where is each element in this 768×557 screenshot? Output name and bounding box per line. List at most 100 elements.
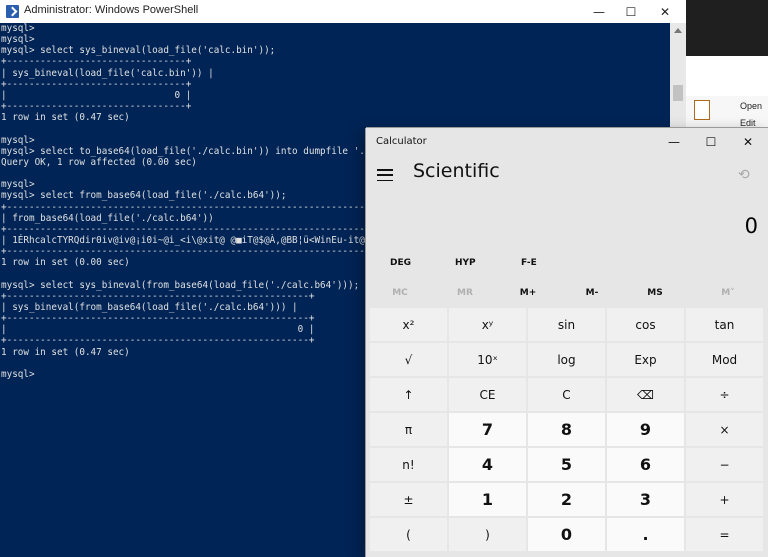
calculator-keypad: x² xʸ sin cos tan √ 10ˣ log Exp Mod ↑ CE C ⌫ ÷ π 7 8 9 × n! 4… — [370, 308, 766, 557]
calculator-title: Calculator — [376, 136, 427, 147]
memory-button-m[interactable]: M- — [562, 288, 622, 298]
ten-power-button[interactable]: 10ˣ — [449, 343, 526, 376]
document-check-icon — [694, 100, 710, 120]
memory-button-mc[interactable]: MC — [370, 288, 430, 298]
clear-button[interactable]: C — [528, 378, 605, 411]
exp-button[interactable]: Exp — [607, 343, 684, 376]
negate-button[interactable]: ± — [370, 483, 447, 516]
clear-entry-button[interactable]: CE — [449, 378, 526, 411]
cos-button[interactable]: cos — [607, 308, 684, 341]
square-root-button[interactable]: √ — [370, 343, 447, 376]
calculator-maximize-button[interactable]: ☐ — [693, 131, 729, 153]
console-line: +--------------------------------+ — [1, 78, 192, 90]
console-line: +--------------------------------+ — [1, 101, 192, 113]
key-label: . — [642, 525, 649, 544]
digit-4-button[interactable]: 4 — [449, 448, 526, 481]
digit-1-button[interactable]: 1 — [449, 483, 526, 516]
digit-5-button[interactable]: 5 — [528, 448, 605, 481]
digit-9-button[interactable]: 9 — [607, 413, 684, 446]
key-label: 6 — [639, 455, 652, 474]
calculator-titlebar[interactable]: Calculator — ☐ ✕ — [366, 128, 768, 156]
memory-button-m[interactable]: M+ — [498, 288, 558, 298]
mod-button[interactable]: Mod — [686, 343, 763, 376]
scroll-up-arrow-icon[interactable] — [674, 28, 682, 33]
key-label: − — [719, 457, 730, 472]
pi-button[interactable]: π — [370, 413, 447, 446]
key-label: log — [557, 352, 576, 367]
key-label: + — [719, 492, 730, 507]
equals-button[interactable]: = — [686, 518, 763, 551]
key-label: 10ˣ — [477, 352, 498, 367]
multiply-button[interactable]: × — [686, 413, 763, 446]
powershell-title: Administrator: Windows PowerShell — [24, 4, 199, 16]
console-line: mysql> — [1, 34, 35, 46]
calculator-header: Scientific ⟲ — [366, 158, 768, 198]
square-button[interactable]: x² — [370, 308, 447, 341]
open-paren-button[interactable]: ( — [370, 518, 447, 551]
powershell-maximize-button[interactable]: ☐ — [614, 0, 648, 23]
key-label: Mod — [711, 352, 738, 367]
digit-6-button[interactable]: 6 — [607, 448, 684, 481]
deg-button[interactable]: DEG — [390, 258, 411, 268]
key-label: tan — [714, 317, 735, 332]
calculator-mode-title: Scientific — [413, 160, 500, 182]
console-line: | 0 | — [1, 89, 192, 101]
sin-button[interactable]: sin — [528, 308, 605, 341]
digit-8-button[interactable]: 8 — [528, 413, 605, 446]
digit-3-button[interactable]: 3 — [607, 483, 684, 516]
fe-button[interactable]: F-E — [521, 258, 537, 268]
key-label: = — [719, 527, 730, 542]
memory-button-ms[interactable]: MS — [625, 288, 685, 298]
subtract-button[interactable]: − — [686, 448, 763, 481]
powershell-minimize-button[interactable]: — — [582, 0, 616, 23]
key-label: 2 — [560, 490, 573, 509]
background-white-pane — [686, 56, 768, 97]
powershell-icon — [6, 5, 19, 18]
key-label: 4 — [481, 455, 494, 474]
shift-up-button[interactable]: ↑ — [370, 378, 447, 411]
calculator-minimize-button[interactable]: — — [656, 131, 692, 153]
log-button[interactable]: log — [528, 343, 605, 376]
key-label: 3 — [639, 490, 652, 509]
digit-7-button[interactable]: 7 — [449, 413, 526, 446]
factorial-button[interactable]: n! — [370, 448, 447, 481]
calculator-close-button[interactable]: ✕ — [730, 131, 766, 153]
scrollbar-thumb[interactable] — [673, 85, 683, 101]
ribbon-edit-label[interactable]: Edit — [740, 118, 756, 128]
key-label: 9 — [639, 420, 652, 439]
key-label: x² — [402, 317, 415, 332]
decimal-button[interactable]: . — [607, 518, 684, 551]
tan-button[interactable]: tan — [686, 308, 763, 341]
divide-button[interactable]: ÷ — [686, 378, 763, 411]
key-label: × — [719, 422, 730, 437]
key-label: 8 — [560, 420, 573, 439]
key-label: C — [562, 387, 571, 402]
calculator-window[interactable]: Calculator — ☐ ✕ Scientific ⟲ 0 DEG HYP … — [366, 128, 768, 557]
backspace-button[interactable]: ⌫ — [607, 378, 684, 411]
console-line: +--------------------------------+ — [1, 56, 192, 68]
key-label: n! — [402, 457, 415, 472]
key-label: ↑ — [403, 387, 414, 402]
memory-button-m[interactable]: M˅ — [698, 288, 758, 298]
ribbon-open-label[interactable]: Open — [740, 101, 762, 111]
key-label: cos — [635, 317, 656, 332]
memory-button-mr[interactable]: MR — [435, 288, 495, 298]
close-paren-button[interactable]: ) — [449, 518, 526, 551]
key-label: ÷ — [719, 387, 730, 402]
digit-2-button[interactable]: 2 — [528, 483, 605, 516]
powershell-titlebar[interactable]: Administrator: Windows PowerShell — ☐ ✕ — [0, 0, 686, 23]
background-dark-panel — [686, 0, 768, 56]
power-button[interactable]: xʸ — [449, 308, 526, 341]
console-line: mysql> — [1, 23, 35, 34]
add-button[interactable]: + — [686, 483, 763, 516]
hyp-button[interactable]: HYP — [455, 258, 476, 268]
console-line: | sys_bineval(load_file('calc.bin')) | — [1, 67, 214, 79]
hamburger-menu-icon[interactable] — [377, 169, 393, 181]
calculator-display: 0 — [744, 214, 758, 238]
backspace-icon: ⌫ — [637, 387, 654, 402]
key-label: Exp — [634, 352, 657, 367]
key-label: CE — [479, 387, 496, 402]
powershell-close-button[interactable]: ✕ — [648, 0, 682, 23]
digit-0-button[interactable]: 0 — [528, 518, 605, 551]
history-icon[interactable]: ⟲ — [738, 167, 750, 183]
